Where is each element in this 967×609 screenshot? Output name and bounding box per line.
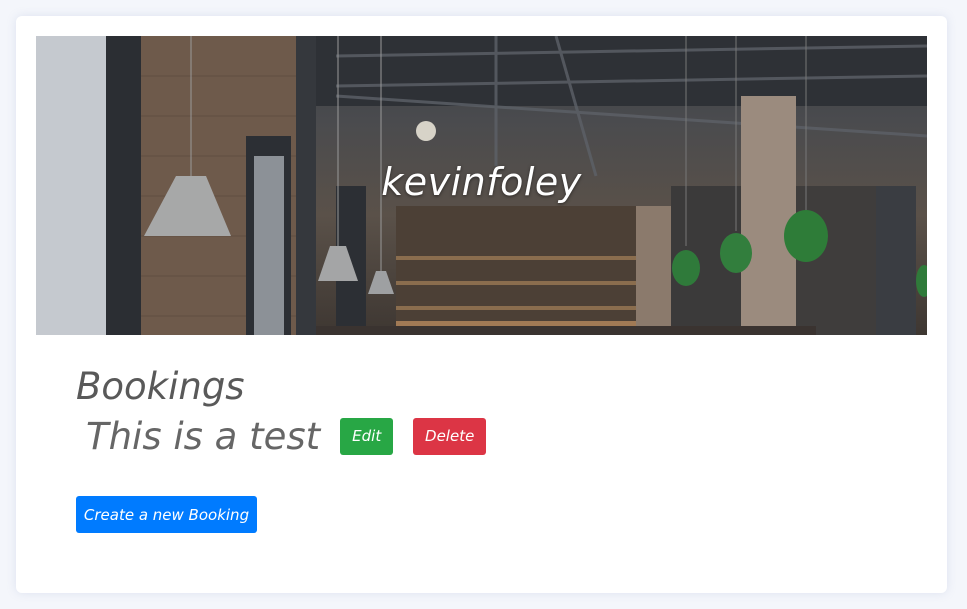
booking-item: This is a test Edit Delete	[86, 414, 487, 458]
profile-card: kevinfoley Bookings This is a test Edit …	[16, 16, 947, 593]
edit-booking-button[interactable]: Edit	[340, 417, 394, 455]
create-booking-button[interactable]: Create a new Booking	[76, 496, 257, 533]
delete-booking-button[interactable]: Delete	[413, 417, 487, 455]
bookings-heading: Bookings	[76, 365, 245, 408]
header-banner: kevinfoley	[36, 36, 927, 335]
booking-name: This is a test	[86, 414, 321, 458]
username-title: kevinfoley	[381, 160, 582, 204]
